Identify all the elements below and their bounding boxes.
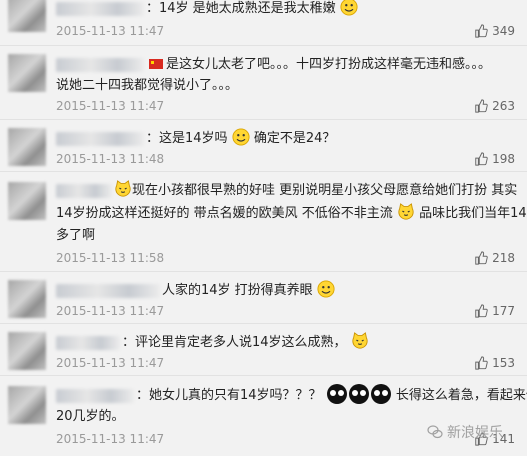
avatar[interactable] [8, 0, 46, 32]
timestamp: 2015-11-13 11:47 [56, 304, 165, 318]
watermark: 新浪娱乐 [427, 422, 503, 442]
black-eyes-emoji-icon [348, 384, 369, 404]
comment-text-line2: 14岁扮成这样还挺好的 带点名媛的欧美风 不低俗不非主流 品味比我们当年14岁好 [56, 203, 527, 225]
comment-text-line3: 多了啊 [56, 228, 96, 243]
black-eyes-emoji-icon [370, 384, 391, 404]
timestamp: 2015-11-13 11:58 [56, 251, 165, 265]
thumbs-up-icon [474, 304, 488, 318]
timestamp: 2015-11-13 11:47 [56, 432, 165, 446]
like-button[interactable]: 153 [474, 356, 515, 370]
like-button[interactable]: 198 [474, 152, 515, 166]
comment-text: ：14岁 是她太成熟还是我太稚嫩 [56, 0, 509, 20]
comment-text: 人家的14岁 打扮得真养眼 [56, 280, 509, 302]
smile-emoji-icon [340, 0, 358, 16]
username[interactable] [56, 57, 144, 72]
like-button[interactable]: 349 [474, 24, 515, 38]
like-button[interactable]: 218 [474, 251, 515, 265]
cat-emoji-icon [351, 332, 369, 350]
thumbs-up-icon [474, 24, 488, 38]
username[interactable] [56, 131, 144, 146]
thumbs-up-icon [474, 99, 488, 113]
comment-text-line2: 说她二十四我都觉得说小了。。。 [56, 78, 239, 93]
username[interactable] [56, 183, 112, 198]
username[interactable] [56, 388, 134, 403]
comment-text: 现在小孩都很早熟的好哇 更别说明星小孩父母愿意给她们打扮 其实 [56, 180, 517, 202]
wechat-icon [427, 425, 443, 439]
like-count: 177 [492, 304, 515, 318]
comment-item: ：她女儿真的只有14岁吗？？？ 长得这么着急，看起来像 20几岁的。 2015-… [0, 376, 527, 456]
avatar[interactable] [8, 280, 46, 318]
thumbs-up-icon [474, 251, 488, 265]
comment-text: ：她女儿真的只有14岁吗？？？ 长得这么着急，看起来像 [56, 384, 527, 407]
avatar[interactable] [8, 332, 46, 370]
comment-text: ：评论里肯定老多人说14岁这么成熟， [56, 332, 509, 354]
cat-emoji-icon [397, 203, 415, 221]
like-count: 198 [492, 152, 515, 166]
username[interactable] [56, 1, 144, 16]
like-button[interactable]: 177 [474, 304, 515, 318]
like-count: 349 [492, 24, 515, 38]
watermark-text: 新浪娱乐 [447, 425, 503, 441]
like-count: 263 [492, 99, 515, 113]
avatar[interactable] [8, 128, 46, 166]
thumbs-up-icon [474, 152, 488, 166]
like-count: 218 [492, 251, 515, 265]
comment-item: ：评论里肯定老多人说14岁这么成熟， 2015-11-13 11:47 153 [0, 324, 527, 376]
comment-item: 人家的14岁 打扮得真养眼 2015-11-13 11:47 177 [0, 272, 527, 324]
avatar[interactable] [8, 386, 46, 424]
thumbs-up-icon [474, 356, 488, 370]
comment-item: 现在小孩都很早熟的好哇 更别说明星小孩父母愿意给她们打扮 其实 14岁扮成这样还… [0, 172, 527, 272]
avatar[interactable] [8, 182, 46, 220]
comment-item: ：这是14岁吗 确定不是24？ 2015-11-13 11:48 198 [0, 120, 527, 172]
comment-text: 是这女儿太老了吧。。。十四岁打扮成这样毫无违和感。。。 [56, 54, 509, 76]
timestamp: 2015-11-13 11:48 [56, 152, 165, 166]
like-count: 153 [492, 356, 515, 370]
like-button[interactable]: 263 [474, 99, 515, 113]
smile-emoji-icon [317, 280, 335, 298]
black-eyes-emoji-icon [326, 384, 347, 404]
comment-item: ：14岁 是她太成熟还是我太稚嫩 2015-11-13 11:47 349 [0, 0, 527, 46]
smile-emoji-icon [232, 128, 250, 146]
cat-emoji-icon [114, 180, 132, 198]
username[interactable] [56, 283, 160, 298]
timestamp: 2015-11-13 11:47 [56, 99, 165, 113]
timestamp: 2015-11-13 11:47 [56, 356, 165, 370]
comment-text: ：这是14岁吗 确定不是24？ [56, 128, 509, 150]
username[interactable] [56, 335, 120, 350]
avatar[interactable] [8, 54, 46, 92]
china-flag-icon [149, 59, 163, 69]
timestamp: 2015-11-13 11:47 [56, 24, 165, 38]
comment-item: 是这女儿太老了吧。。。十四岁打扮成这样毫无违和感。。。 说她二十四我都觉得说小了… [0, 46, 527, 120]
